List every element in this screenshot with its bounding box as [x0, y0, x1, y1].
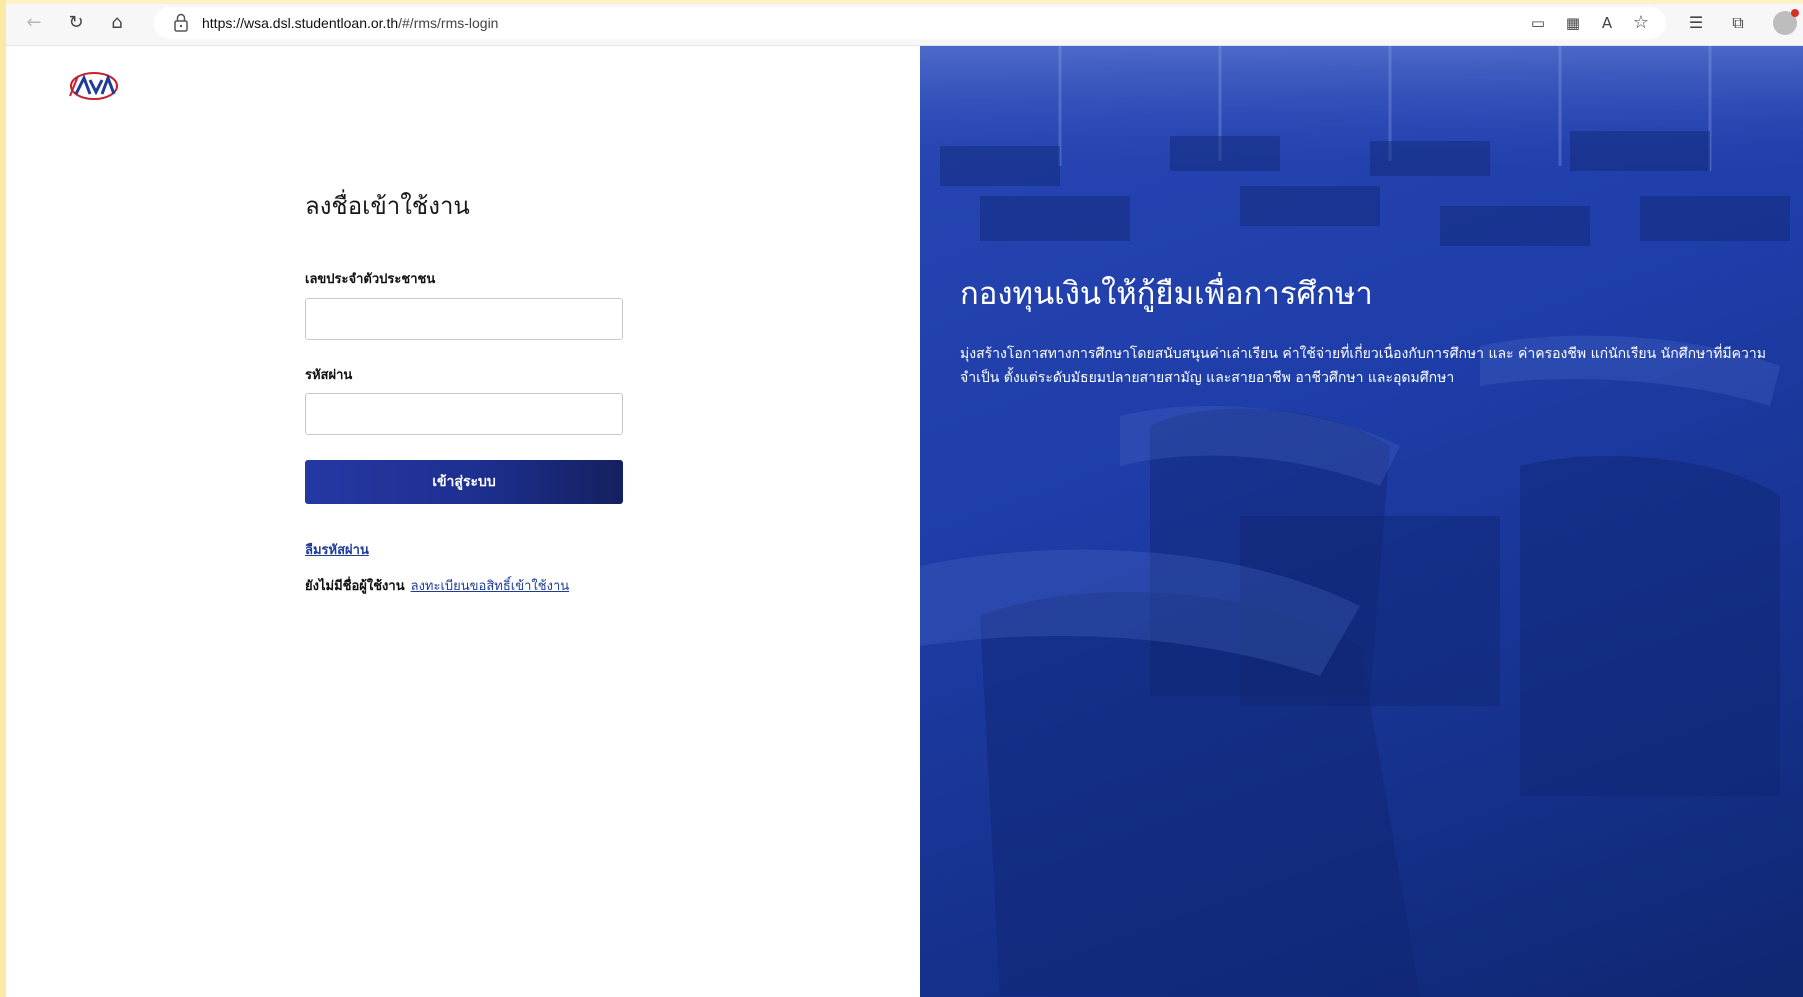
hero-description: มุ่งสร้างโอกาสทางการศึกษาโดยสนับสนุนค่าเ…: [960, 346, 1766, 386]
register-row: ยังไม่มีชื่อผู้ใช้งาน ลงทะเบียนขอสิทธิ์เข…: [305, 575, 569, 596]
forgot-password-link[interactable]: ลืมรหัสผ่าน: [305, 539, 369, 560]
classroom-background-image: [920, 46, 1803, 996]
url-host: https://wsa.dsl.studentloan.or.th: [202, 15, 399, 31]
login-panel: ลงชื่อเข้าใช้งาน เลขประจำตัวประชาชน รหัส…: [6, 46, 920, 997]
back-arrow-icon[interactable]: ←: [22, 11, 46, 35]
qr-code-icon[interactable]: ▦: [1561, 11, 1585, 35]
home-icon[interactable]: ⌂: [105, 11, 129, 35]
screen-cast-icon[interactable]: ▭: [1526, 11, 1550, 35]
read-aloud-icon[interactable]: A: [1595, 11, 1619, 35]
password-input[interactable]: [305, 393, 623, 435]
url-path: /#/rms/rms-login: [398, 15, 499, 31]
notification-dot: [1791, 9, 1799, 17]
address-bar[interactable]: https://wsa.dsl.studentloan.or.th/#/rms/…: [154, 7, 1666, 39]
no-account-text: ยังไม่มีชื่อผู้ใช้งาน: [305, 579, 405, 594]
studentloan-logo: [69, 72, 118, 100]
login-title: ลงชื่อเข้าใช้งาน: [305, 192, 470, 220]
register-link[interactable]: ลงทะเบียนขอสิทธิ์เข้าใช้งาน: [411, 579, 570, 594]
login-button[interactable]: เข้าสู่ระบบ: [305, 460, 623, 504]
collections-icon[interactable]: ⧉: [1726, 11, 1750, 35]
hero-title: กองทุนเงินให้กู้ยืมเพื่อการศึกษา: [960, 276, 1373, 312]
refresh-icon[interactable]: ↻: [64, 11, 88, 35]
lock-icon[interactable]: [172, 11, 190, 35]
browser-toolbar: ← ↻ ⌂ https://wsa.dsl.studentloan.or.th/…: [6, 0, 1803, 46]
favorite-add-icon[interactable]: ☆: [1629, 11, 1653, 35]
favorites-icon[interactable]: ☰: [1684, 11, 1708, 35]
url-text: https://wsa.dsl.studentloan.or.th/#/rms/…: [202, 7, 498, 39]
profile-avatar[interactable]: [1773, 9, 1799, 35]
hero-panel: กองทุนเงินให้กู้ยืมเพื่อการศึกษา มุ่งสร้…: [920, 46, 1803, 997]
citizen-id-input[interactable]: [305, 298, 623, 340]
citizen-id-label: เลขประจำตัวประชาชน: [305, 272, 436, 287]
password-label: รหัสผ่าน: [305, 368, 353, 383]
tab-strip-line: [6, 0, 1803, 4]
